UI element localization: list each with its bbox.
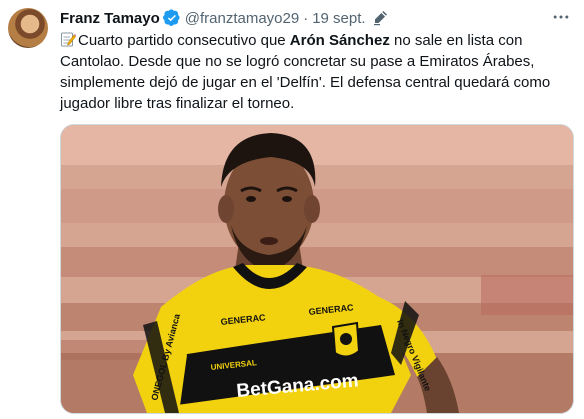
tweet-photo[interactable]: GENERAC GENERAC UNIVERSAL BetGana.com ON… — [60, 124, 574, 414]
tweet-header: Franz Tamayo @franztamayo29 · 19 sept. — [60, 7, 584, 29]
tweet-card[interactable]: Franz Tamayo @franztamayo29 · 19 sept. C… — [0, 0, 584, 419]
verified-badge-icon — [162, 9, 180, 26]
author-avatar[interactable] — [8, 8, 48, 48]
memo-emoji-icon — [61, 32, 76, 47]
tweet-text: Cuarto partido consecutivo que Arón Sánc… — [60, 30, 565, 114]
author-handle[interactable]: @franztamayo29 — [185, 10, 299, 27]
more-dots-icon — [553, 15, 569, 19]
tweet-date[interactable]: 19 sept. — [312, 10, 365, 27]
more-options-button[interactable] — [550, 6, 572, 28]
mentioned-player-name: Arón Sánchez — [289, 32, 390, 49]
author-name[interactable]: Franz Tamayo — [60, 10, 160, 27]
header-separator: · — [303, 9, 309, 27]
edited-pencil-icon[interactable] — [372, 10, 388, 26]
tweet-text-part-1: Cuarto partido consecutivo que — [78, 32, 290, 49]
football-player-photo: GENERAC GENERAC UNIVERSAL BetGana.com ON… — [61, 125, 573, 413]
